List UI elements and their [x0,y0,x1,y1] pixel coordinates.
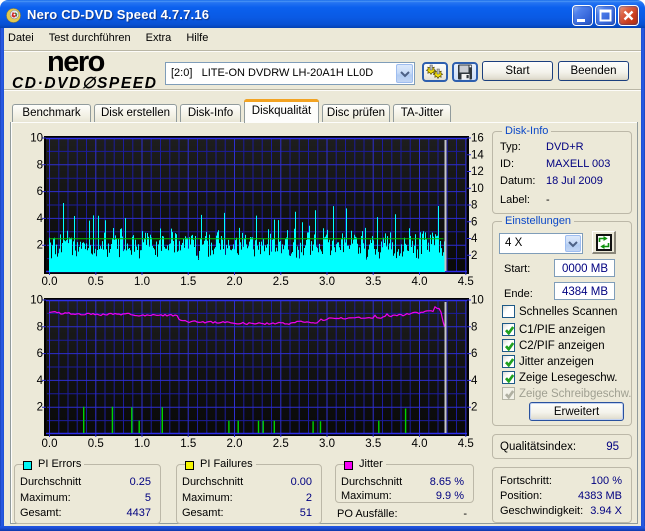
svg-text:4: 4 [37,213,44,225]
svg-text:4.0: 4.0 [412,276,428,288]
svg-text:12: 12 [471,166,484,178]
svg-text:2: 2 [37,240,43,252]
svg-text:3.5: 3.5 [365,438,381,450]
svg-text:0.5: 0.5 [88,438,104,450]
svg-text:3.5: 3.5 [365,276,381,288]
svg-text:2: 2 [471,402,477,414]
svg-text:8: 8 [37,159,43,171]
svg-text:10: 10 [471,295,484,307]
svg-text:1.0: 1.0 [134,438,150,450]
svg-text:3.0: 3.0 [319,276,335,288]
svg-text:6: 6 [37,186,43,198]
svg-text:6: 6 [37,348,43,360]
svg-text:0.5: 0.5 [88,276,104,288]
svg-text:16: 16 [471,133,484,145]
svg-text:2.5: 2.5 [273,276,289,288]
svg-text:3.0: 3.0 [319,438,335,450]
svg-text:0.0: 0.0 [42,276,58,288]
svg-text:10: 10 [30,133,43,145]
svg-text:4.5: 4.5 [458,276,474,288]
svg-text:8: 8 [37,321,43,333]
svg-text:4: 4 [37,375,44,387]
svg-text:1.5: 1.5 [180,276,196,288]
svg-text:10: 10 [471,183,484,195]
svg-text:6: 6 [471,216,477,228]
svg-text:2: 2 [37,402,43,414]
svg-text:1.5: 1.5 [180,438,196,450]
svg-text:4: 4 [471,233,478,245]
svg-text:2: 2 [471,250,477,262]
svg-text:0.0: 0.0 [42,438,58,450]
svg-text:6: 6 [471,348,477,360]
svg-text:2.0: 2.0 [227,438,243,450]
svg-text:4.0: 4.0 [412,438,428,450]
svg-text:2.0: 2.0 [227,276,243,288]
svg-text:2.5: 2.5 [273,438,289,450]
svg-text:8: 8 [471,321,477,333]
svg-text:8: 8 [471,200,477,212]
svg-text:14: 14 [471,149,484,161]
svg-text:10: 10 [30,295,43,307]
svg-text:1.0: 1.0 [134,276,150,288]
svg-text:4.5: 4.5 [458,438,474,450]
svg-text:4: 4 [471,375,478,387]
